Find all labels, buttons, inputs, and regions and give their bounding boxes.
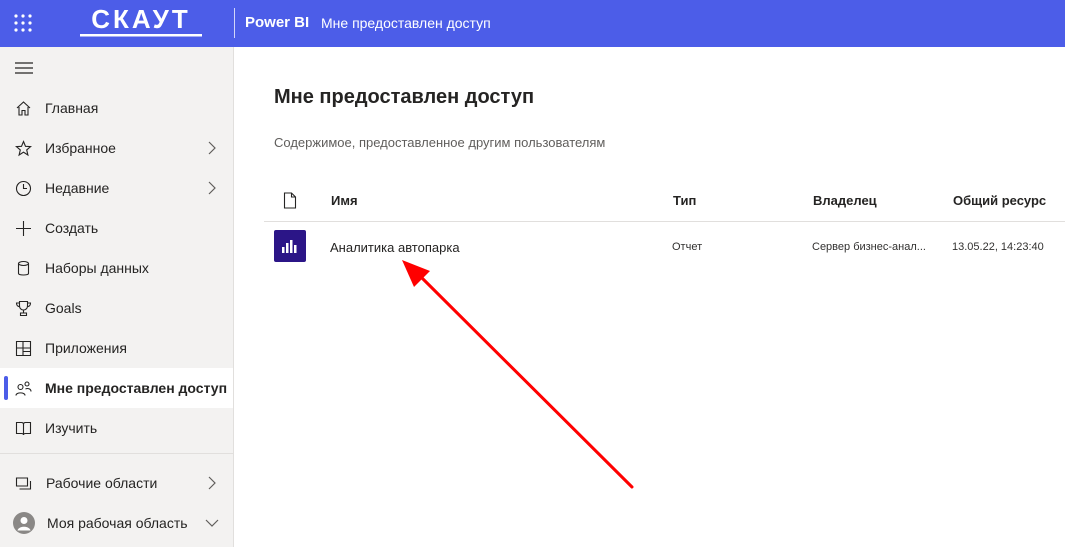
chevron-down-icon[interactable] — [205, 516, 219, 530]
active-indicator — [4, 376, 8, 400]
sidebar-item-create[interactable]: Создать — [0, 208, 233, 248]
person-icon — [17, 517, 31, 531]
sidebar-item-label: Наборы данных — [45, 260, 149, 276]
top-bar: СКАУТ Power BI Мне предоставлен доступ — [0, 0, 1065, 47]
report-icon — [282, 240, 297, 253]
home-icon — [16, 101, 31, 116]
trophy-icon — [15, 300, 32, 317]
column-header-owner[interactable]: Владелец — [813, 193, 877, 208]
column-header-name[interactable]: Имя — [331, 193, 358, 208]
report-type: Отчет — [672, 241, 703, 253]
sidebar-item-label: Главная — [45, 100, 99, 116]
chevron-right-icon[interactable] — [206, 476, 218, 490]
sidebar-item-shared-with-me[interactable]: Мне предоставлен доступ — [0, 368, 233, 408]
avatar — [13, 512, 35, 534]
sidebar-item-label: Goals — [45, 300, 82, 316]
sidebar-item-goals[interactable]: Goals — [0, 288, 233, 328]
app-launcher-icon[interactable] — [13, 13, 33, 33]
nav-divider — [0, 453, 233, 454]
breadcrumb: Мне предоставлен доступ — [321, 15, 491, 31]
sidebar-item-label: Недавние — [45, 180, 110, 196]
file-type-icon — [283, 192, 297, 209]
sidebar-item-label: Избранное — [45, 140, 116, 156]
shared-date: 13.05.22, 14:23:40 — [952, 241, 1044, 253]
sidebar-item-label: Моя рабочая область — [47, 515, 188, 531]
left-nav-pane: Главная Избранное Недавние Создать Набор… — [0, 47, 234, 547]
sidebar-item-apps[interactable]: Приложения — [0, 328, 233, 368]
plus-icon — [16, 221, 31, 236]
book-icon — [15, 421, 32, 436]
apps-icon — [15, 340, 32, 357]
main-content: Мне предоставлен доступ Содержимое, пред… — [234, 47, 1065, 547]
table-header: Имя Тип Владелец Общий ресурс — [264, 180, 1065, 222]
table-row[interactable]: Аналитика автопарка Отчет Сервер бизнес-… — [264, 223, 1065, 271]
report-name-link[interactable]: Аналитика автопарка — [330, 240, 460, 255]
column-header-type[interactable]: Тип — [673, 193, 696, 208]
sidebar-item-my-workspace[interactable]: Моя рабочая область — [0, 503, 233, 543]
topbar-divider — [234, 8, 235, 38]
page-title: Мне предоставлен доступ — [274, 86, 535, 108]
page-subtitle: Содержимое, предоставленное другим польз… — [274, 135, 606, 150]
sidebar-item-datasets[interactable]: Наборы данных — [0, 248, 233, 288]
hamburger-menu-icon[interactable] — [14, 60, 34, 76]
sidebar-item-label: Мне предоставлен доступ — [45, 380, 228, 396]
sidebar-item-label: Рабочие области — [46, 475, 158, 491]
report-tile — [274, 230, 306, 262]
sidebar-item-learn[interactable]: Изучить — [0, 408, 233, 448]
star-icon — [15, 140, 32, 157]
column-header-shared[interactable]: Общий ресурс — [953, 193, 1046, 208]
sidebar-item-favorites[interactable]: Избранное — [0, 128, 233, 168]
sidebar-item-label: Создать — [45, 220, 99, 236]
sidebar-item-workspaces[interactable]: Рабочие области — [0, 463, 233, 503]
shared-users-icon — [15, 381, 32, 396]
sidebar-item-home[interactable]: Главная — [0, 88, 233, 128]
sidebar-item-recent[interactable]: Недавние — [0, 168, 233, 208]
database-icon — [17, 260, 30, 276]
chevron-right-icon[interactable] — [206, 141, 218, 155]
sidebar-item-label: Изучить — [45, 420, 98, 436]
chevron-right-icon[interactable] — [206, 181, 218, 195]
sidebar-item-label: Приложения — [45, 340, 127, 356]
logo-text: СКАУТ — [91, 4, 191, 34]
report-owner: Сервер бизнес-анал... — [812, 241, 926, 253]
app-name[interactable]: Power BI — [245, 14, 309, 31]
company-logo[interactable]: СКАУТ — [78, 3, 204, 39]
workspaces-icon — [15, 477, 32, 490]
clock-icon — [15, 180, 32, 197]
